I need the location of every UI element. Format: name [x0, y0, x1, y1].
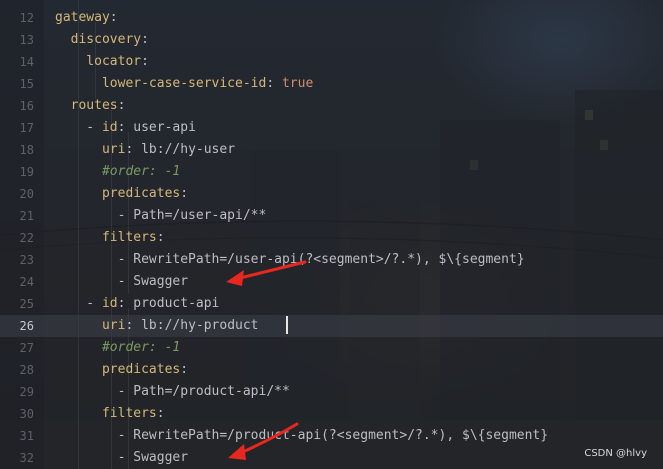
red-arrow-annotations [226, 260, 307, 460]
watermark-label: CSDN @hlvy [584, 448, 647, 459]
arrow-swagger-user-icon [226, 260, 307, 286]
arrow-swagger-product-icon [228, 422, 299, 460]
